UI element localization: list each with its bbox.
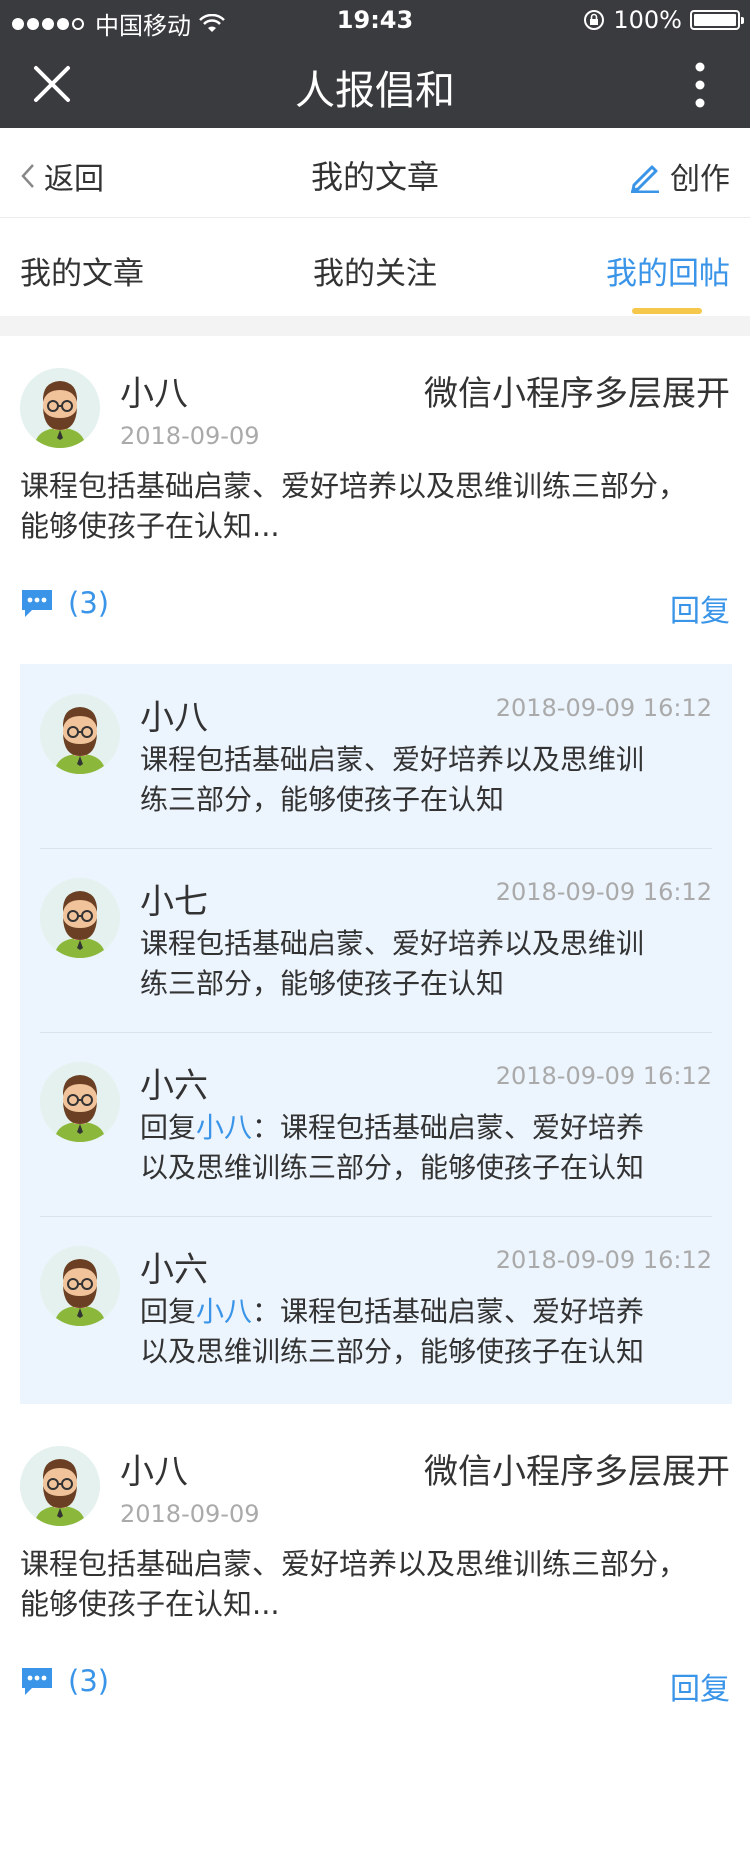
post-date: 2018-09-09 [120, 1500, 260, 1528]
reply-line-rest: ：课程包括基础启蒙、爱好培养 [252, 1111, 645, 1144]
reply-list: 小八 2018-09-09 16:12 课程包括基础启蒙、爱好培养以及思维训 练… [20, 664, 732, 1404]
more-icon[interactable] [694, 62, 706, 108]
reply-text-line: 练三部分，能够使孩子在认知 [140, 967, 505, 1000]
app-title: 人报倡和 [295, 68, 455, 114]
bearded-man-icon [20, 368, 100, 448]
reply-author[interactable]: 小六 [140, 1058, 208, 1107]
avatar[interactable] [20, 368, 100, 448]
reply-text-line: 回复小八：课程包括基础启蒙、爱好培养 [140, 1108, 712, 1148]
post-title[interactable]: 微信小程序多层展开 [424, 366, 730, 415]
reply-line-rest: ：课程包括基础启蒙、爱好培养 [252, 1295, 645, 1328]
comment-count-button[interactable]: (3) [20, 1664, 109, 1698]
battery-group: 100% [583, 6, 744, 34]
reply-text: 回复小八：课程包括基础启蒙、爱好培养 以及思维训练三部分，能够使孩子在认知 [140, 1108, 712, 1188]
comment-icon [22, 590, 52, 617]
post-card[interactable]: 小八 微信小程序多层展开 2018-09-09 课程包括基础启蒙、爱好培养以及思… [0, 1414, 750, 1734]
battery-icon [690, 10, 744, 30]
reply-author[interactable]: 小七 [140, 874, 208, 923]
reply-button[interactable]: 回复 [670, 586, 730, 630]
bearded-man-icon [20, 1446, 100, 1526]
reply-button[interactable]: 回复 [670, 1664, 730, 1708]
post-date: 2018-09-09 [120, 422, 260, 450]
tab-my-replies[interactable]: 我的回帖 [606, 248, 730, 293]
post-body: 课程包括基础启蒙、爱好培养以及思维训练三部分， 能够使孩子在认知... [20, 466, 730, 546]
reply-item[interactable]: 小八 2018-09-09 16:12 课程包括基础启蒙、爱好培养以及思维训 练… [40, 664, 712, 848]
reply-time: 2018-09-09 16:12 [495, 1246, 712, 1274]
post-title[interactable]: 微信小程序多层展开 [424, 1444, 730, 1493]
post-card[interactable]: 小八 微信小程序多层展开 2018-09-09 课程包括基础启蒙、爱好培养以及思… [0, 336, 750, 656]
reply-author[interactable]: 小六 [140, 1242, 208, 1291]
title-bar: 人报倡和 [0, 40, 750, 128]
reply-item[interactable]: 小七 2018-09-09 16:12 课程包括基础启蒙、爱好培养以及思维训 练… [40, 848, 712, 1032]
reply-text-line: 课程包括基础启蒙、爱好培养以及思维训 [140, 927, 645, 960]
comment-icon [22, 1668, 52, 1695]
comment-count-button[interactable]: (3) [20, 586, 109, 620]
avatar[interactable] [40, 1062, 120, 1142]
section-gap [0, 316, 750, 336]
avatar[interactable] [40, 878, 120, 958]
comment-count: (3) [68, 586, 110, 620]
create-button[interactable]: 创作 [628, 154, 730, 198]
tab-indicator [632, 308, 702, 314]
reply-text-line: 以及思维训练三部分，能够使孩子在认知 [140, 1151, 645, 1184]
mention-link[interactable]: 小八 [196, 1111, 252, 1144]
reply-text-line: 练三部分，能够使孩子在认知 [140, 783, 505, 816]
pencil-icon [631, 165, 659, 193]
create-label: 创作 [670, 162, 730, 197]
reply-prefix: 回复 [140, 1295, 197, 1328]
avatar[interactable] [20, 1446, 100, 1526]
reply-item[interactable]: 小六 2018-09-09 16:12 回复小八：课程包括基础启蒙、爱好培养 以… [40, 1216, 712, 1400]
bearded-man-icon [40, 878, 120, 958]
reply-text-line: 课程包括基础启蒙、爱好培养以及思维训 [140, 743, 645, 776]
bearded-man-icon [40, 1062, 120, 1142]
post-body: 课程包括基础启蒙、爱好培养以及思维训练三部分， 能够使孩子在认知... [20, 1544, 730, 1624]
post-body-line: 课程包括基础启蒙、爱好培养以及思维训练三部分， [20, 1547, 688, 1581]
mention-link[interactable]: 小八 [196, 1295, 252, 1328]
battery-percent: 100% [613, 6, 682, 34]
rotation-lock-icon [584, 10, 605, 30]
reply-text-line: 回复小八：课程包括基础启蒙、爱好培养 [140, 1292, 712, 1332]
reply-text: 课程包括基础启蒙、爱好培养以及思维训 练三部分，能够使孩子在认知 [140, 740, 712, 820]
reply-author[interactable]: 小八 [140, 690, 208, 739]
avatar[interactable] [40, 694, 120, 774]
post-body-line: 能够使孩子在认知... [20, 509, 280, 543]
post-author[interactable]: 小八 [120, 1444, 188, 1493]
reply-prefix: 回复 [140, 1111, 197, 1144]
reply-time: 2018-09-09 16:12 [495, 1062, 712, 1090]
bearded-man-icon [40, 694, 120, 774]
tab-bar: 我的文章 我的关注 我的回帖 [0, 218, 750, 316]
reply-text: 课程包括基础启蒙、爱好培养以及思维训 练三部分，能够使孩子在认知 [140, 924, 712, 1004]
reply-time: 2018-09-09 16:12 [495, 694, 712, 722]
bearded-man-icon [40, 1246, 120, 1326]
nav-bar: 返回 我的文章 创作 [0, 128, 750, 218]
post-body-line: 课程包括基础启蒙、爱好培养以及思维训练三部分， [20, 469, 688, 503]
post-body-line: 能够使孩子在认知... [20, 1587, 280, 1621]
comment-count: (3) [68, 1664, 110, 1698]
reply-text: 回复小八：课程包括基础启蒙、爱好培养 以及思维训练三部分，能够使孩子在认知 [140, 1292, 712, 1372]
reply-item[interactable]: 小六 2018-09-09 16:12 回复小八：课程包括基础启蒙、爱好培养 以… [40, 1032, 712, 1216]
reply-text-line: 以及思维训练三部分，能够使孩子在认知 [140, 1335, 645, 1368]
avatar[interactable] [40, 1246, 120, 1326]
post-author[interactable]: 小八 [120, 366, 188, 415]
status-bar: 中国移动 19:43 100% [0, 0, 750, 40]
reply-time: 2018-09-09 16:12 [495, 878, 712, 906]
